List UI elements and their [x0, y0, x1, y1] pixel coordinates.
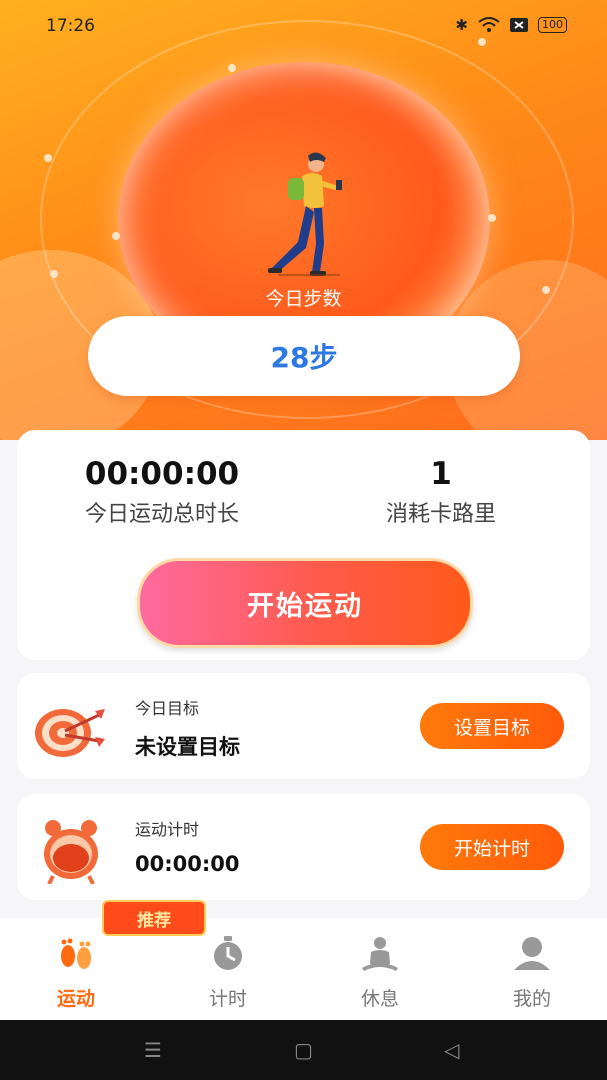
- step-label: 今日步数: [265, 288, 342, 310]
- hero-banner: 今日步数 28步: [0, 0, 607, 440]
- tab-label: 休息: [360, 988, 399, 1010]
- timer-value: 00:00:00: [135, 852, 240, 876]
- back-icon[interactable]: ◁: [444, 1038, 459, 1062]
- sparkle: [112, 232, 120, 240]
- step-count: 28步: [88, 316, 520, 396]
- start-timer-button[interactable]: 开始计时: [420, 824, 564, 870]
- sparkle: [50, 270, 58, 278]
- target-icon: [35, 709, 105, 757]
- walker-illustration: [268, 152, 342, 276]
- sparkle: [228, 64, 236, 72]
- tab-profile[interactable]: 我的: [456, 918, 607, 1020]
- duration-stat: 00:00:00 今日运动总时长: [22, 456, 302, 528]
- profile-icon: [514, 937, 550, 970]
- battery-icon: 100: [538, 17, 567, 33]
- footprints-icon: [61, 938, 91, 969]
- calories-label: 消耗卡路里: [385, 502, 496, 527]
- system-nav-bar: ☰ ▢ ◁: [0, 1020, 607, 1080]
- sparkle: [488, 214, 496, 222]
- bottom-tab-bar: 运动 计时 休息 我的: [0, 918, 607, 1020]
- set-goal-button[interactable]: 设置目标: [420, 703, 564, 749]
- timer-card: 运动计时 00:00:00 开始计时: [17, 794, 590, 900]
- calories-stat: 1 消耗卡路里: [301, 456, 581, 528]
- sparkle: [44, 154, 52, 162]
- stopwatch-icon: [214, 936, 242, 970]
- stats-card: 00:00:00 今日运动总时长 1 消耗卡路里 开始运动: [17, 430, 590, 660]
- recommend-badge: 推荐: [102, 900, 206, 936]
- calories-value: 1: [430, 456, 452, 492]
- duration-label: 今日运动总时长: [84, 502, 239, 527]
- menu-icon[interactable]: ☰: [144, 1038, 162, 1062]
- start-exercise-button[interactable]: 开始运动: [137, 558, 473, 648]
- bluetooth-icon: ✱: [455, 16, 468, 34]
- home-icon[interactable]: ▢: [294, 1038, 313, 1062]
- goal-title: 今日目标: [135, 699, 200, 718]
- duration-value: 00:00:00: [84, 456, 240, 492]
- status-bar: 17:26 ✱ 100: [0, 0, 607, 54]
- wifi-icon: [478, 17, 500, 32]
- tab-label: 我的: [512, 988, 551, 1010]
- tab-rest[interactable]: 休息: [304, 918, 456, 1020]
- timer-title: 运动计时: [135, 820, 200, 839]
- status-time: 17:26: [46, 16, 95, 36]
- sim-icon: [510, 18, 528, 32]
- tab-label: 运动: [56, 988, 95, 1010]
- tab-label: 计时: [208, 988, 247, 1010]
- alarm-clock-icon: [44, 820, 98, 884]
- meditation-icon: [362, 937, 398, 971]
- goal-card: 今日目标 未设置目标 设置目标: [17, 673, 590, 779]
- goal-value: 未设置目标: [135, 735, 240, 759]
